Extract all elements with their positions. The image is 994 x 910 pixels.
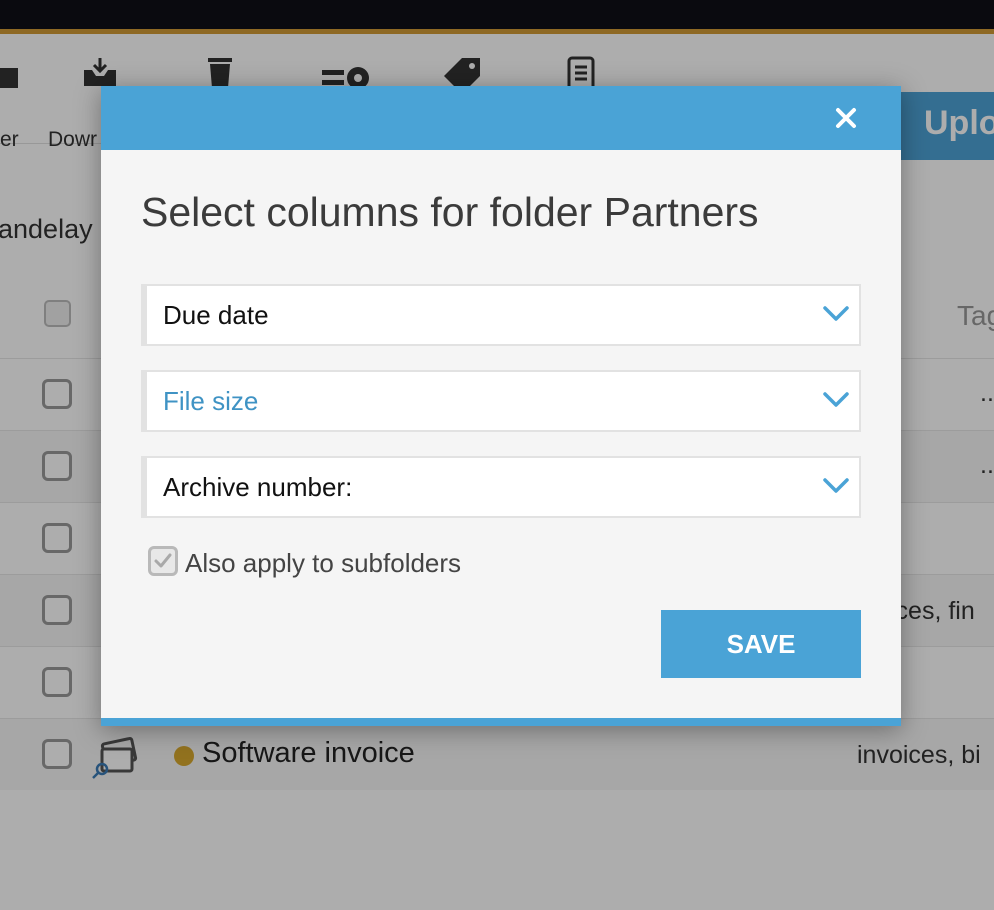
close-icon[interactable] xyxy=(833,105,859,131)
subfolders-checkbox[interactable] xyxy=(148,546,178,576)
column-select-3[interactable]: Archive number: xyxy=(141,456,861,518)
column-select-2[interactable]: File size xyxy=(141,370,861,432)
select-value: Due date xyxy=(163,300,269,330)
chevron-down-icon xyxy=(823,478,849,493)
dialog-title: Select columns for folder Partners xyxy=(141,189,759,235)
dialog-footer-bar xyxy=(101,718,901,726)
chevron-down-icon xyxy=(823,392,849,407)
select-value: Archive number: xyxy=(163,472,353,502)
check-icon xyxy=(154,553,172,568)
chevron-down-icon xyxy=(823,306,849,321)
save-button[interactable]: SAVE xyxy=(661,610,861,678)
subfolders-label[interactable]: Also apply to subfolders xyxy=(185,548,461,579)
column-select-1[interactable]: Due date xyxy=(141,284,861,346)
select-columns-dialog: Select columns for folder Partners Due d… xyxy=(101,86,901,726)
dialog-header xyxy=(101,86,901,150)
select-value: File size xyxy=(163,386,259,416)
